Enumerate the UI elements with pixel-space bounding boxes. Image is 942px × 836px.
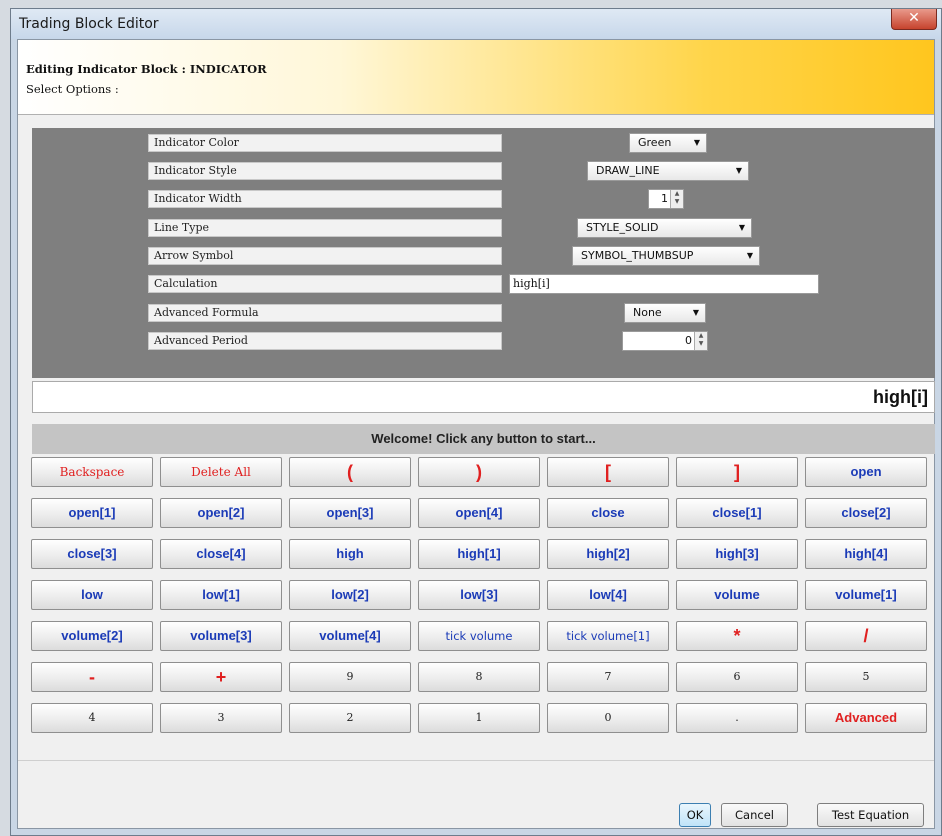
key-symbol-0-3[interactable]: ) (418, 457, 540, 487)
indicator-style-value: DRAW_LINE (596, 164, 660, 177)
key-symbol-4-6[interactable]: / (805, 621, 927, 651)
key-open[interactable]: open (805, 457, 927, 487)
window-title: Trading Block Editor (19, 16, 159, 32)
key-advanced[interactable]: Advanced (805, 703, 927, 733)
chevron-down-icon: ▼ (738, 223, 745, 232)
key-volume[interactable]: volume (676, 580, 798, 610)
key-1[interactable]: 1 (418, 703, 540, 733)
spinner-arrows-icon[interactable]: ▲ ▼ (670, 190, 683, 208)
key-tick-volume[interactable]: tick volume (418, 621, 540, 651)
chevron-down-icon: ▼ (735, 166, 742, 175)
arrow-symbol-label: Arrow Symbol (148, 247, 502, 265)
key-low-4[interactable]: low[4] (547, 580, 669, 610)
test-equation-button[interactable]: Test Equation (817, 803, 924, 827)
status-message: Welcome! Click any button to start... (32, 424, 935, 454)
key-low-2[interactable]: low[2] (289, 580, 411, 610)
key-5[interactable]: 5 (805, 662, 927, 692)
key-open-1[interactable]: open[1] (31, 498, 153, 528)
key-open-3[interactable]: open[3] (289, 498, 411, 528)
key-volume-2[interactable]: volume[2] (31, 621, 153, 651)
calculation-label: Calculation (148, 275, 502, 293)
dialog-header: Editing Indicator Block : INDICATOR Sele… (18, 40, 934, 115)
key-2[interactable]: 2 (289, 703, 411, 733)
chevron-down-icon: ▼ (746, 251, 753, 260)
advanced-period-spinner[interactable]: 0 ▲ ▼ (622, 331, 708, 351)
advanced-formula-label: Advanced Formula (148, 304, 502, 322)
key-symbol-5-0[interactable]: - (31, 662, 153, 692)
key-3[interactable]: 3 (160, 703, 282, 733)
key-symbol-0-5[interactable]: ] (676, 457, 798, 487)
cancel-button[interactable]: Cancel (721, 803, 788, 827)
key-symbol-6-5[interactable]: . (676, 703, 798, 733)
chevron-down-icon: ▼ (692, 308, 699, 317)
header-subtitle: Select Options : (26, 82, 119, 96)
key-symbol-0-2[interactable]: ( (289, 457, 411, 487)
arrow-symbol-select[interactable]: SYMBOL_THUMBSUP ▼ (572, 246, 760, 266)
key-high-4[interactable]: high[4] (805, 539, 927, 569)
key-low-3[interactable]: low[3] (418, 580, 540, 610)
line-type-value: STYLE_SOLID (586, 221, 659, 234)
indicator-color-label: Indicator Color (148, 134, 502, 152)
advanced-formula-value: None (633, 306, 662, 319)
key-6[interactable]: 6 (676, 662, 798, 692)
key-7[interactable]: 7 (547, 662, 669, 692)
advanced-period-value: 0 (685, 334, 692, 347)
calculation-input[interactable]: high[i] (509, 274, 819, 294)
footer-divider (18, 760, 934, 761)
key-4[interactable]: 4 (31, 703, 153, 733)
close-icon[interactable]: ✕ (891, 9, 937, 30)
key-close[interactable]: close (547, 498, 669, 528)
key-close-4[interactable]: close[4] (160, 539, 282, 569)
key-symbol-5-1[interactable]: + (160, 662, 282, 692)
indicator-color-select[interactable]: Green ▼ (629, 133, 707, 153)
spinner-arrows-icon[interactable]: ▲ ▼ (694, 332, 707, 350)
keypad: Backspace Delete All()[] open open[1] open[2… (31, 457, 937, 757)
advanced-period-label: Advanced Period (148, 332, 502, 350)
key-tick-volume-1[interactable]: tick volume[1] (547, 621, 669, 651)
advanced-formula-select[interactable]: None ▼ (624, 303, 706, 323)
key-symbol-0-4[interactable]: [ (547, 457, 669, 487)
key-delete-all[interactable]: Delete All (160, 457, 282, 487)
key-high[interactable]: high (289, 539, 411, 569)
key-0[interactable]: 0 (547, 703, 669, 733)
key-close-1[interactable]: close[1] (676, 498, 798, 528)
key-high-3[interactable]: high[3] (676, 539, 798, 569)
key-8[interactable]: 8 (418, 662, 540, 692)
arrow-symbol-value: SYMBOL_THUMBSUP (581, 249, 694, 262)
indicator-color-value: Green (638, 136, 672, 149)
header-title: Editing Indicator Block : INDICATOR (26, 62, 267, 76)
key-symbol-4-5[interactable]: * (676, 621, 798, 651)
key-9[interactable]: 9 (289, 662, 411, 692)
key-volume-3[interactable]: volume[3] (160, 621, 282, 651)
key-close-2[interactable]: close[2] (805, 498, 927, 528)
key-low-1[interactable]: low[1] (160, 580, 282, 610)
indicator-style-label: Indicator Style (148, 162, 502, 180)
key-low[interactable]: low (31, 580, 153, 610)
line-type-select[interactable]: STYLE_SOLID ▼ (577, 218, 752, 238)
key-open-4[interactable]: open[4] (418, 498, 540, 528)
equation-display: high[i] (32, 381, 935, 413)
ok-button[interactable]: OK (679, 803, 711, 827)
key-open-2[interactable]: open[2] (160, 498, 282, 528)
key-close-3[interactable]: close[3] (31, 539, 153, 569)
key-volume-1[interactable]: volume[1] (805, 580, 927, 610)
key-volume-4[interactable]: volume[4] (289, 621, 411, 651)
key-high-2[interactable]: high[2] (547, 539, 669, 569)
indicator-width-value: 1 (661, 192, 668, 205)
chevron-down-icon: ▼ (693, 138, 700, 147)
indicator-width-label: Indicator Width (148, 190, 502, 208)
options-panel: Indicator Color Green ▼ Indicator Style D… (32, 128, 935, 378)
key-high-1[interactable]: high[1] (418, 539, 540, 569)
dialog-body: Editing Indicator Block : INDICATOR Sele… (17, 39, 935, 829)
key-backspace[interactable]: Backspace (31, 457, 153, 487)
indicator-width-spinner[interactable]: 1 ▲ ▼ (648, 189, 684, 209)
line-type-label: Line Type (148, 219, 502, 237)
indicator-style-select[interactable]: DRAW_LINE ▼ (587, 161, 749, 181)
title-bar[interactable]: Trading Block Editor ✕ (11, 9, 941, 39)
trading-block-editor-window: Trading Block Editor ✕ Editing Indicator… (10, 8, 942, 836)
